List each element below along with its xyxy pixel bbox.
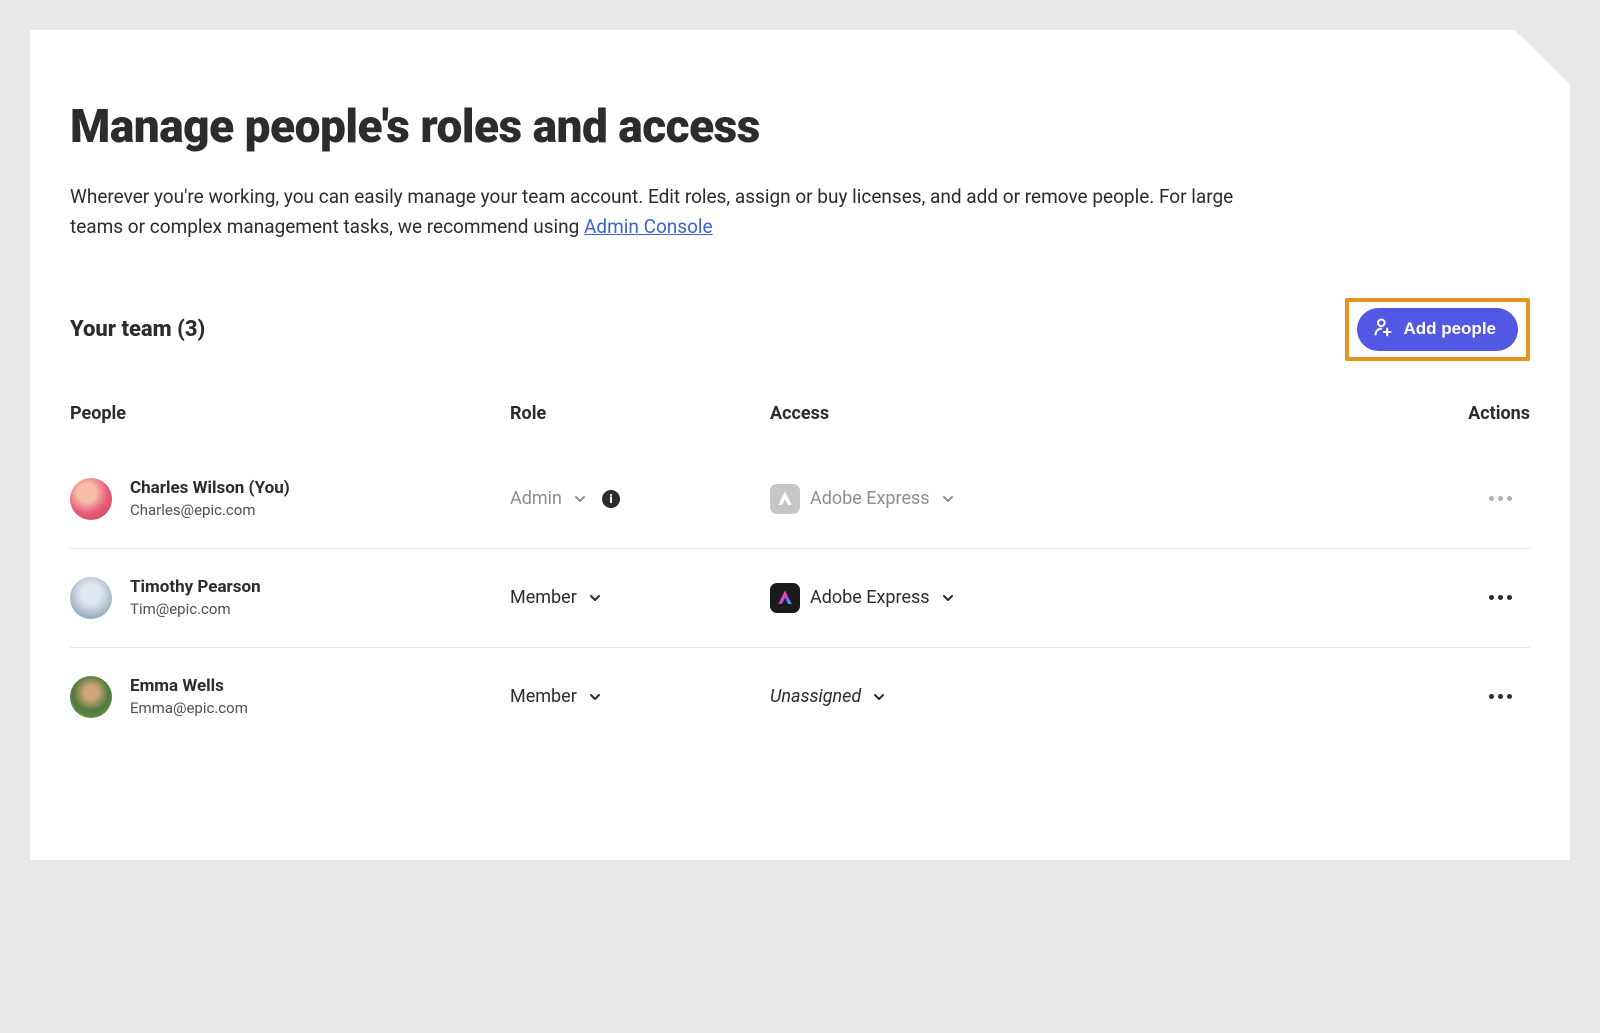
access-dropdown[interactable]: Adobe Express: [770, 583, 1420, 613]
actions-cell: [1420, 688, 1530, 705]
person-add-icon: [1373, 317, 1393, 342]
adobe-express-icon: [770, 484, 800, 514]
col-actions: Actions: [1420, 403, 1530, 424]
person-cell: Emma Wells Emma@epic.com: [70, 676, 510, 718]
access-dropdown[interactable]: Unassigned: [770, 686, 1420, 707]
col-people: People: [70, 403, 510, 424]
access-label: Adobe Express: [810, 488, 930, 509]
chevron-down-icon: [871, 689, 887, 705]
person-name: Timothy Pearson: [130, 577, 261, 597]
row-actions-menu[interactable]: [1483, 589, 1518, 606]
chevron-down-icon: [587, 689, 603, 705]
person-name: Charles Wilson (You): [130, 478, 290, 498]
person-email: Tim@epic.com: [130, 600, 261, 618]
person-email: Charles@epic.com: [130, 501, 290, 519]
chevron-down-icon: [940, 590, 956, 606]
role-dropdown[interactable]: Member: [510, 587, 770, 608]
admin-console-link[interactable]: Admin Console: [584, 215, 713, 238]
access-label: Adobe Express: [810, 587, 930, 608]
role-label: Member: [510, 686, 577, 707]
page-description: Wherever you're working, you can easily …: [70, 182, 1270, 243]
person-cell: Charles Wilson (You) Charles@epic.com: [70, 478, 510, 520]
role-dropdown[interactable]: Member: [510, 686, 770, 707]
access-dropdown: Adobe Express: [770, 484, 1420, 514]
row-actions-menu[interactable]: [1483, 688, 1518, 705]
info-icon[interactable]: i: [602, 490, 620, 508]
page-title: Manage people's roles and access: [70, 100, 1530, 154]
actions-cell: [1420, 589, 1530, 606]
page-curl-decoration: [1515, 30, 1570, 85]
person-cell: Timothy Pearson Tim@epic.com: [70, 577, 510, 619]
avatar: [70, 676, 112, 718]
table-row: Timothy Pearson Tim@epic.com Member Adobe E…: [70, 549, 1530, 648]
person-email: Emma@epic.com: [130, 699, 248, 717]
avatar: [70, 478, 112, 520]
table-row: Emma Wells Emma@epic.com Member Unassigned: [70, 648, 1530, 746]
table-header: People Role Access Actions: [70, 403, 1530, 450]
chevron-down-icon: [587, 590, 603, 606]
team-table: People Role Access Actions Charles Wilso…: [70, 403, 1530, 746]
row-actions-menu: [1483, 490, 1518, 507]
person-name: Emma Wells: [130, 676, 248, 696]
team-header-title: Your team (3): [70, 317, 205, 342]
table-row: Charles Wilson (You) Charles@epic.com Admi…: [70, 450, 1530, 549]
avatar: [70, 577, 112, 619]
add-people-highlight: Add people: [1345, 298, 1530, 361]
role-label: Admin: [510, 488, 562, 509]
access-label: Unassigned: [770, 686, 861, 707]
add-people-label: Add people: [1403, 319, 1496, 339]
actions-cell: [1420, 490, 1530, 507]
chevron-down-icon: [940, 491, 956, 507]
col-role: Role: [510, 403, 770, 424]
team-header-bar: Your team (3) Add people: [70, 298, 1530, 361]
chevron-down-icon: [572, 491, 588, 507]
col-access: Access: [770, 403, 1420, 424]
adobe-express-icon: [770, 583, 800, 613]
role-dropdown: Admin i: [510, 488, 770, 509]
add-people-button[interactable]: Add people: [1357, 308, 1518, 351]
manage-roles-card: Manage people's roles and access Whereve…: [30, 30, 1570, 860]
role-label: Member: [510, 587, 577, 608]
